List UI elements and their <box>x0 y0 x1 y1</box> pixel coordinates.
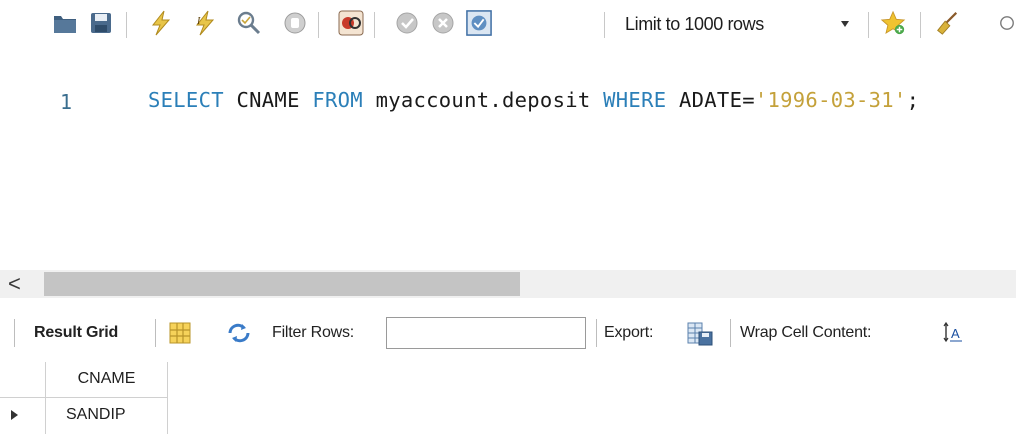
limit-rows-label: Limit to 1000 rows <box>625 14 764 34</box>
toolbar-separator <box>596 319 597 347</box>
result-grid[interactable]: CNAME SANDIP <box>0 362 200 435</box>
explain-magnifier-icon[interactable] <box>236 10 262 36</box>
sql-editor-toolbar: I Limit to 1000 rows <box>0 0 1016 54</box>
row-selector[interactable] <box>0 398 46 434</box>
result-toolbar: Result Grid Filter Rows: Export: Wrap Ce… <box>0 308 1016 358</box>
filter-rows-label: Filter Rows: <box>272 324 355 341</box>
toolbar-separator <box>14 319 15 347</box>
refresh-icon[interactable] <box>226 321 250 345</box>
scroll-left-arrow[interactable]: < <box>8 273 21 295</box>
svg-text:A: A <box>951 326 960 341</box>
toolbar-separator <box>730 319 731 347</box>
toolbar-separator <box>868 12 869 38</box>
chevron-down-icon <box>841 21 849 27</box>
rollback-icon[interactable] <box>430 10 456 36</box>
keyword-from: FROM <box>312 88 363 112</box>
result-grid-tab[interactable]: Result Grid <box>34 308 118 358</box>
filter-rows-input[interactable] <box>386 317 586 349</box>
statement-terminator: ; <box>906 88 920 112</box>
stop-icon[interactable] <box>282 10 308 36</box>
toolbar-separator <box>126 12 127 38</box>
column-header-cname[interactable]: CNAME <box>46 362 168 398</box>
find-icon[interactable] <box>998 10 1016 36</box>
scroll-thumb[interactable] <box>44 272 520 296</box>
column-name: CNAME <box>223 88 313 112</box>
execute-lightning-icon[interactable] <box>148 10 174 36</box>
export-icon[interactable] <box>686 321 714 346</box>
toolbar-separator <box>155 319 156 347</box>
horizontal-scrollbar[interactable]: < <box>0 270 1016 298</box>
toolbar-separator <box>318 12 319 38</box>
where-condition: ADATE= <box>666 88 755 112</box>
export-label: Export: <box>604 324 654 341</box>
current-row-arrow-icon <box>11 410 18 420</box>
keyword-where: WHERE <box>603 88 667 112</box>
limit-rows-select[interactable]: Limit to 1000 rows <box>616 8 860 40</box>
date-literal: '1996-03-31' <box>754 88 907 112</box>
execute-current-lightning-icon[interactable]: I <box>192 10 218 36</box>
sql-code-line[interactable]: SELECT CNAME FROM myaccount.deposit WHER… <box>148 88 919 112</box>
row-header-corner <box>0 362 46 398</box>
table-name: myaccount.deposit <box>362 88 604 112</box>
autocommit-toggle-icon[interactable] <box>466 10 492 36</box>
toggle-error-continue-icon[interactable] <box>338 10 364 36</box>
svg-text:I: I <box>196 16 201 27</box>
add-snippet-star-icon[interactable] <box>880 10 906 36</box>
wrap-cell-content-label: Wrap Cell Content: <box>740 324 872 341</box>
commit-icon[interactable] <box>394 10 420 36</box>
toolbar-separator <box>374 12 375 38</box>
grid-layout-icon[interactable] <box>168 321 192 345</box>
sql-editor[interactable]: 1 SELECT CNAME FROM myaccount.deposit WH… <box>0 54 1016 270</box>
line-number: 1 <box>60 90 73 114</box>
toolbar-separator <box>604 12 605 38</box>
open-folder-icon[interactable] <box>52 10 78 36</box>
beautify-broom-icon[interactable] <box>934 10 960 36</box>
keyword-select: SELECT <box>148 88 224 112</box>
toolbar-separator <box>920 12 921 38</box>
save-icon[interactable] <box>88 10 114 36</box>
wrap-text-icon[interactable]: A <box>942 321 964 345</box>
table-cell[interactable]: SANDIP <box>46 398 168 434</box>
